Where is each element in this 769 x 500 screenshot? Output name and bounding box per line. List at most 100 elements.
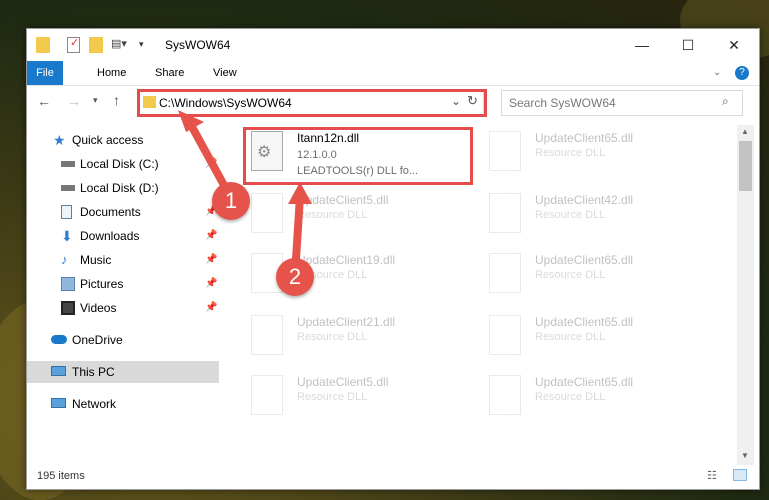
sidebar-item-downloads[interactable]: ⬇ Downloads 📌 xyxy=(27,225,219,247)
file-name: UpdateClient42.dll xyxy=(535,193,634,207)
drive-icon xyxy=(61,185,75,191)
scroll-down-icon[interactable]: ▼ xyxy=(741,451,749,460)
file-description: Resource DLL xyxy=(535,209,606,221)
forward-arrow-icon[interactable]: → xyxy=(67,93,81,109)
help-icon[interactable]: ? xyxy=(735,66,749,80)
tab-view[interactable]: View xyxy=(203,61,247,85)
large-icons-view-icon[interactable] xyxy=(733,469,747,481)
sidebar-item-local-disk-c[interactable]: Local Disk (C:) 📌 xyxy=(27,153,219,175)
file-name: UpdateClient65.dll xyxy=(535,315,634,329)
file-name: UpdateClient19.dll xyxy=(297,253,396,267)
file-name: UpdateClient65.dll xyxy=(535,131,634,145)
scroll-thumb[interactable] xyxy=(739,141,752,191)
window-title: SysWOW64 xyxy=(165,38,231,52)
dll-file-icon xyxy=(489,375,521,415)
dll-file-icon xyxy=(489,253,521,293)
cloud-icon xyxy=(51,335,67,344)
sidebar-item-documents[interactable]: Documents 📌 xyxy=(27,201,219,223)
download-icon: ⬇ xyxy=(61,228,73,244)
file-description: Resource DLL xyxy=(297,331,368,343)
sidebar-item-network[interactable]: Network xyxy=(27,393,219,415)
file-description: Resource DLL xyxy=(535,269,606,281)
sidebar-item-music[interactable]: ♪ Music 📌 xyxy=(27,249,219,271)
folder-icon xyxy=(36,37,50,53)
pin-icon[interactable]: 📌 xyxy=(205,273,217,295)
step-2-badge: 2 xyxy=(276,258,314,296)
file-item[interactable]: UpdateClient65.dll Resource DLL xyxy=(485,311,705,367)
tab-file[interactable]: File xyxy=(27,61,63,85)
videos-icon xyxy=(61,301,75,315)
recent-locations-icon[interactable]: ▾ xyxy=(93,95,98,106)
sidebar-item-label: OneDrive xyxy=(72,333,123,347)
search-box[interactable]: Search SysWOW64 ⌕ xyxy=(501,90,743,116)
vertical-scrollbar[interactable]: ▲ ▼ xyxy=(737,125,754,465)
file-description: Resource DLL xyxy=(297,391,368,403)
new-folder-icon[interactable] xyxy=(89,37,103,53)
file-name: UpdateClient65.dll xyxy=(535,375,634,389)
pin-icon[interactable]: 📌 xyxy=(205,153,217,175)
sidebar-item-label: Quick access xyxy=(72,133,144,147)
sidebar-item-label: Downloads xyxy=(80,229,140,243)
sidebar-item-label: Pictures xyxy=(80,277,124,291)
file-description: Resource DLL xyxy=(297,209,368,221)
file-item[interactable]: UpdateClient65.dll Resource DLL xyxy=(485,371,705,427)
back-arrow-icon[interactable]: ← xyxy=(37,93,51,109)
sidebar-item-quick-access[interactable]: ★ Quick access xyxy=(27,129,219,151)
tab-share[interactable]: Share xyxy=(145,61,194,85)
sidebar-item-videos[interactable]: Videos 📌 xyxy=(27,297,219,319)
dll-file-icon xyxy=(251,193,283,233)
up-arrow-icon[interactable]: ↑ xyxy=(113,92,120,108)
dll-file-icon xyxy=(489,193,521,233)
documents-icon xyxy=(61,205,72,219)
file-item[interactable]: UpdateClient65.dll Resource DLL xyxy=(485,127,705,183)
dll-file-icon xyxy=(251,315,283,355)
details-view-icon[interactable]: ☷ xyxy=(707,469,717,482)
sidebar-item-label: Videos xyxy=(80,301,117,315)
file-item[interactable]: UpdateClient5.dll Resource DLL xyxy=(247,189,467,245)
scroll-up-icon[interactable]: ▲ xyxy=(741,127,749,136)
dll-file-icon xyxy=(489,315,521,355)
file-highlight xyxy=(243,127,473,185)
music-icon: ♪ xyxy=(61,252,68,267)
file-item[interactable]: UpdateClient42.dll Resource DLL xyxy=(485,189,705,245)
sidebar-item-pictures[interactable]: Pictures 📌 xyxy=(27,273,219,295)
status-item-count: 195 items xyxy=(37,470,85,482)
tab-home[interactable]: Home xyxy=(87,61,136,85)
network-icon xyxy=(51,398,66,408)
search-icon[interactable]: ⌕ xyxy=(722,94,729,109)
close-button[interactable]: ✕ xyxy=(711,29,757,61)
pin-icon[interactable]: 📌 xyxy=(205,297,217,319)
file-item[interactable]: UpdateClient5.dll Resource DLL xyxy=(247,371,467,427)
file-description: Resource DLL xyxy=(535,147,606,159)
view-options-icon[interactable]: ▤▾ xyxy=(111,37,129,53)
file-item[interactable]: UpdateClient21.dll Resource DLL xyxy=(247,311,467,367)
customize-toolbar-icon[interactable]: ▾ xyxy=(139,39,149,55)
search-input[interactable]: Search SysWOW64 xyxy=(509,96,616,110)
maximize-button[interactable]: ☐ xyxy=(665,29,711,61)
properties-icon[interactable]: ✓ xyxy=(67,37,80,53)
file-name: UpdateClient21.dll xyxy=(297,315,396,329)
file-name: UpdateClient65.dll xyxy=(535,253,634,267)
pin-icon[interactable]: 📌 xyxy=(205,249,217,271)
sidebar-item-local-disk-d[interactable]: Local Disk (D:) xyxy=(27,177,219,199)
pictures-icon xyxy=(61,277,75,291)
sidebar-item-this-pc[interactable]: This PC xyxy=(27,361,219,383)
step-1-badge: 1 xyxy=(212,182,250,220)
sidebar-item-label: Network xyxy=(72,397,117,411)
file-item[interactable]: UpdateClient65.dll Resource DLL xyxy=(485,249,705,305)
sidebar-item-label: Music xyxy=(80,253,112,267)
address-highlight xyxy=(137,89,487,117)
file-description: Resource DLL xyxy=(535,331,606,343)
drive-icon xyxy=(61,161,75,167)
navigation-pane: ★ Quick access Local Disk (C:) 📌 Local D… xyxy=(27,125,219,465)
sidebar-item-label: Local Disk (C:) xyxy=(80,157,159,171)
pin-icon[interactable]: 📌 xyxy=(205,225,217,247)
sidebar-item-onedrive[interactable]: OneDrive xyxy=(27,329,219,351)
minimize-button[interactable]: — xyxy=(619,29,665,61)
sidebar-item-label: This PC xyxy=(72,365,115,379)
collapse-ribbon-icon[interactable]: ⌄ xyxy=(713,67,721,78)
dll-file-icon xyxy=(489,131,521,171)
ribbon-tabs: File Home Share View ⌄ ? xyxy=(27,61,759,86)
file-description: Resource DLL xyxy=(535,391,606,403)
star-icon: ★ xyxy=(53,132,66,148)
